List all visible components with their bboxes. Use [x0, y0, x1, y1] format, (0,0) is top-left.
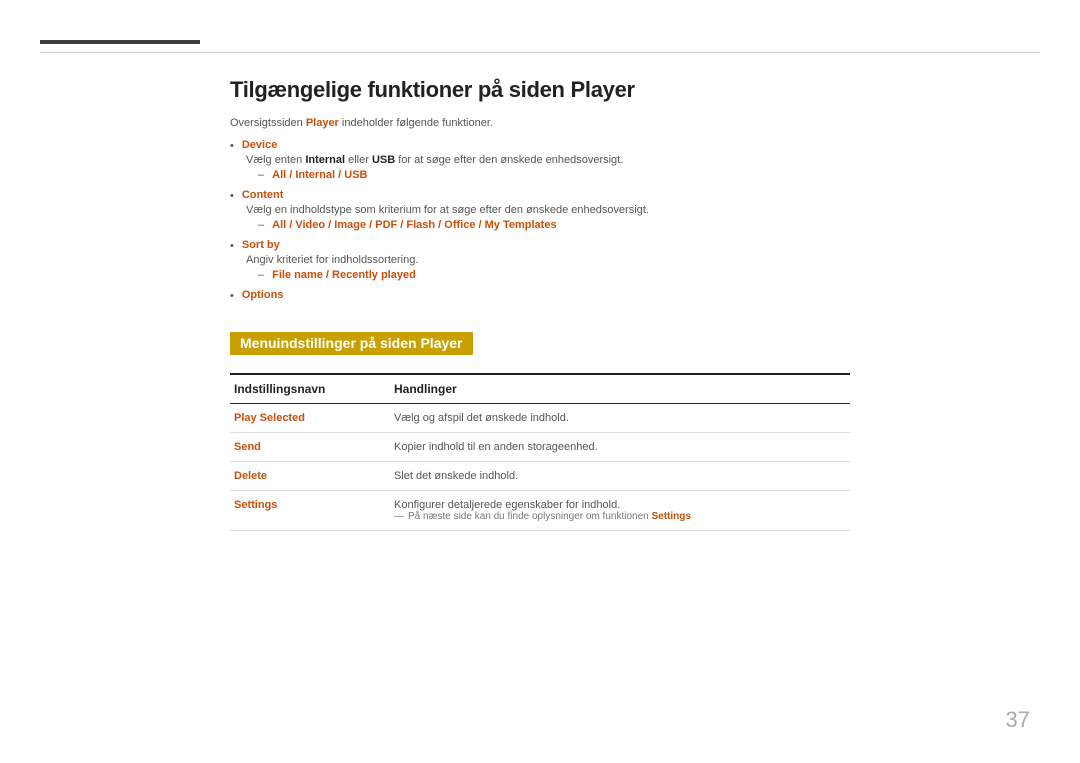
table-row: Play Selected Vælg og afspil det ønskede…	[230, 404, 850, 433]
note-prefix: På næste side kan du finde oplysninger o…	[408, 511, 652, 522]
list-item-options: • Options	[230, 289, 850, 302]
device-bold1: Internal	[305, 154, 345, 166]
settings-note: ― På næste side kan du finde oplysninger …	[394, 511, 846, 522]
action-name-play: Play Selected	[230, 404, 390, 433]
device-dash: –	[258, 169, 264, 181]
page-number: 37	[1006, 707, 1030, 733]
bullet-dot-4: •	[230, 290, 234, 302]
bullet-desc-device: Vælg enten Internal eller USB for at søg…	[246, 154, 850, 166]
bullet-dot-2: •	[230, 190, 234, 202]
list-item-device: • Device Vælg enten Internal eller USB f…	[230, 139, 850, 181]
col-header-action: Handlinger	[390, 374, 850, 404]
table-row: Send Kopier indhold til en anden storage…	[230, 433, 850, 462]
sortby-options: File name / Recently played	[272, 269, 416, 281]
settings-main-desc: Konfigurer detaljerede egenskaber for in…	[394, 499, 846, 511]
top-accent-bar	[40, 40, 200, 44]
action-name-send: Send	[230, 433, 390, 462]
bullet-desc-sortby: Angiv kriteriet for indholdssortering.	[246, 254, 850, 266]
list-item-sortby: • Sort by Angiv kriteriet for indholdsso…	[230, 239, 850, 281]
bullet-label-content: Content	[242, 189, 284, 201]
device-bold2: USB	[372, 154, 395, 166]
sortby-dash: –	[258, 269, 264, 281]
action-desc-settings: Konfigurer detaljerede egenskaber for in…	[390, 491, 850, 531]
table-row: Settings Konfigurer detaljerede egenskab…	[230, 491, 850, 531]
action-desc-delete: Slet det ønskede indhold.	[390, 462, 850, 491]
bullet-label-options: Options	[242, 289, 284, 301]
action-desc-send: Kopier indhold til en anden storageenhed…	[390, 433, 850, 462]
bullet-dot-3: •	[230, 240, 234, 252]
page-container: Tilgængelige funktioner på siden Player …	[0, 0, 1080, 763]
action-desc-play: Vælg og afspil det ønskede indhold.	[390, 404, 850, 433]
intro-text: Oversigtssiden Player indeholder følgend…	[230, 117, 850, 129]
content-sub: – All / Video / Image / PDF / Flash / Of…	[258, 219, 850, 231]
main-content: Tilgængelige funktioner på siden Player …	[230, 53, 850, 763]
section-heading: Menuindstillinger på siden Player	[230, 310, 850, 373]
intro-highlight: Player	[306, 117, 339, 129]
list-item-content: • Content Vælg en indholdstype som krite…	[230, 189, 850, 231]
note-highlight: Settings	[652, 511, 691, 522]
intro-suffix: indeholder følgende funktioner.	[339, 117, 493, 129]
content-dash: –	[258, 219, 264, 231]
content-options: All / Video / Image / PDF / Flash / Offi…	[272, 219, 556, 231]
action-name-settings: Settings	[230, 491, 390, 531]
action-name-delete: Delete	[230, 462, 390, 491]
intro-prefix: Oversigtssiden	[230, 117, 306, 129]
bullet-desc-content: Vælg en indholdstype som kriterium for a…	[246, 204, 850, 216]
table-row: Delete Slet det ønskede indhold.	[230, 462, 850, 491]
table-header-row: Indstillingsnavn Handlinger	[230, 374, 850, 404]
page-title: Tilgængelige funktioner på siden Player	[230, 77, 850, 103]
settings-table: Indstillingsnavn Handlinger Play Selecte…	[230, 373, 850, 531]
col-header-name: Indstillingsnavn	[230, 374, 390, 404]
section-heading-text: Menuindstillinger på siden Player	[230, 332, 473, 355]
bullet-dot-1: •	[230, 140, 234, 152]
em-dash: ―	[394, 511, 404, 522]
device-sub: – All / Internal / USB	[258, 169, 850, 181]
device-options: All / Internal / USB	[272, 169, 367, 181]
bullet-label-device: Device	[242, 139, 277, 151]
sortby-sub: – File name / Recently played	[258, 269, 850, 281]
feature-list: • Device Vælg enten Internal eller USB f…	[230, 139, 850, 302]
bullet-label-sortby: Sort by	[242, 239, 280, 251]
